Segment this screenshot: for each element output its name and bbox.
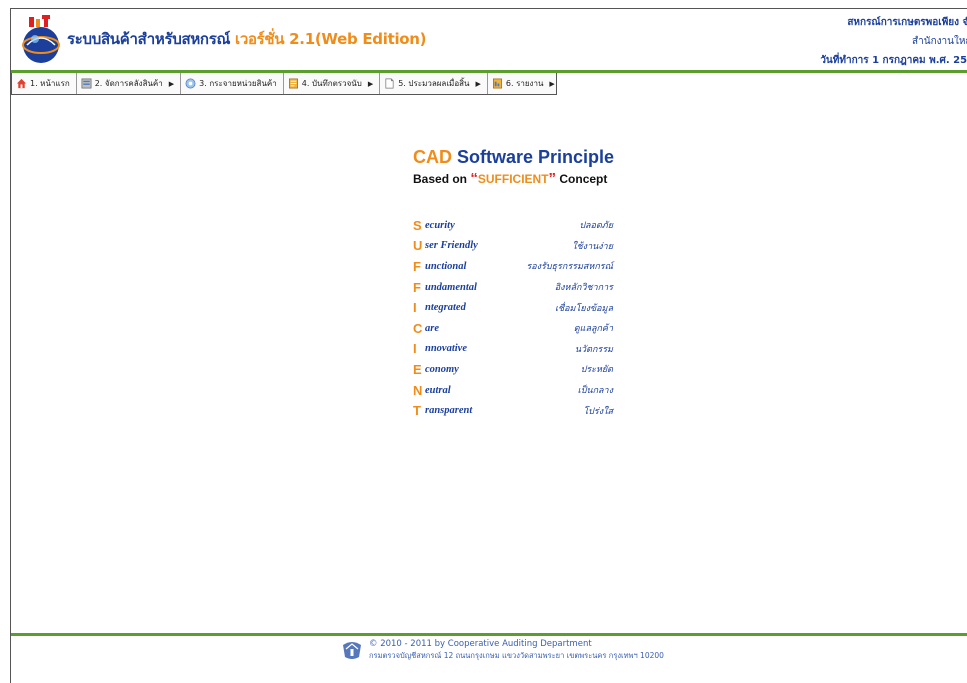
principle-word: ecurity <box>425 219 455 231</box>
software-principle-panel: CAD Software Principle Based on “SUFFICI… <box>413 147 633 418</box>
principle-letter: S <box>413 217 422 233</box>
work-date: วันที่ทำการ 1 กรกฎาคม พ.ศ. 255 <box>820 55 967 66</box>
principle-letter: C <box>413 320 423 336</box>
copyright-text: © 2010 - 2011 by Cooperative Auditing De… <box>369 639 592 649</box>
principle-letter: F <box>413 258 421 274</box>
principle-letter: N <box>413 382 423 398</box>
principle-row: E conomy ประหยัด <box>413 359 613 380</box>
app-title-text: ระบบสินค้าสำหรับสหกรณ์ <box>67 30 231 48</box>
submenu-arrow-icon: ▶ <box>475 79 481 88</box>
principle-thai: อิงหลักวิชาการ <box>554 283 613 294</box>
subtitle-keyword: SUFFICIENT <box>477 172 549 186</box>
principle-letter: F <box>413 279 421 295</box>
cooperative-globe-logo <box>22 15 60 63</box>
app-header: ระบบสินค้าสำหรับสหกรณ์ เวอร์ชั่น 2.1(Web… <box>11 9 967 73</box>
principle-word: are <box>425 322 439 334</box>
subtitle-close-quote: ” <box>548 170 557 187</box>
org-info: สหกรณ์การเกษตรพอเพียง จำ สำนักงานใหญ่ วั… <box>820 13 967 70</box>
principle-thai: รองรับธุรกรรมสหกรณ์ <box>526 262 613 273</box>
menu-label: 4. บันทึกตรวจนับ <box>301 79 362 88</box>
principle-thai: ประหยัด <box>580 365 613 376</box>
subtitle-suffix: Concept <box>556 172 608 186</box>
principle-row: U ser Friendly ใช้งานง่าย <box>413 236 613 257</box>
menu-item-warehouse[interactable]: 2. จัดการคลังสินค้า ▶ <box>77 73 182 94</box>
subtitle-prefix: Based on <box>413 172 471 186</box>
principle-row: F undamental อิงหลักวิชาการ <box>413 277 613 298</box>
principle-title-rest: Software Principle <box>452 147 615 167</box>
principle-row: C are ดูแลลูกค้า <box>413 318 613 339</box>
menu-item-reports[interactable]: 6. รายงาน ▶ <box>488 73 561 94</box>
principle-word: conomy <box>425 363 459 375</box>
principle-word: ntegrated <box>425 302 466 314</box>
principle-subtitle: Based on “SUFFICIENT” Concept <box>413 170 633 187</box>
principle-letter: I <box>413 341 417 357</box>
principle-list: S ecurity ปลอดภัย U ser Friendly ใช้งานง… <box>413 215 613 421</box>
footer-divider <box>11 633 967 636</box>
menu-label: 3. กระจายหน่วยสินค้า <box>199 79 277 88</box>
principle-thai: เชื่อมโยงข้อมูล <box>554 303 613 314</box>
submenu-arrow-icon: ▶ <box>549 79 555 88</box>
principle-thai: ใช้งานง่าย <box>572 241 613 252</box>
warehouse-icon <box>81 78 92 89</box>
principle-title-accent: CAD <box>413 147 452 167</box>
principle-thai: ปลอดภัย <box>579 221 613 232</box>
menu-item-home[interactable]: 1. หน้าแรก <box>12 73 77 94</box>
submenu-arrow-icon: ▶ <box>168 79 175 88</box>
address-text: กรมตรวจบัญชีสหกรณ์ 12 ถนนกรุงเกษม แขวงวั… <box>369 651 664 660</box>
footer-text-block: © 2010 - 2011 by Cooperative Auditing De… <box>369 639 664 661</box>
principle-thai: นวัตกรรม <box>574 344 613 355</box>
menu-label: 2. จัดการคลังสินค้า <box>94 79 163 88</box>
principle-letter: E <box>413 361 422 377</box>
menu-label: 5. ประมวลผลเมื่อสิ้น <box>398 79 470 88</box>
page-footer: © 2010 - 2011 by Cooperative Auditing De… <box>341 639 664 661</box>
principle-letter: U <box>413 238 423 254</box>
home-icon <box>16 78 27 89</box>
subtitle-open-quote: “ <box>470 170 478 187</box>
principle-thai: เป็นกลาง <box>577 386 613 397</box>
menu-item-distribute[interactable]: 3. กระจายหน่วยสินค้า <box>181 73 284 94</box>
principle-letter: I <box>413 300 417 316</box>
principle-row: I nnovative นวัตกรรม <box>413 339 613 360</box>
principle-letter: T <box>413 403 421 419</box>
org-name: สหกรณ์การเกษตรพอเพียง จำ <box>847 17 967 28</box>
report-icon <box>492 78 502 89</box>
main-menu-bar: 1. หน้าแรก 2. จัดการคลังสินค้า ▶ 3. กระจ… <box>11 73 557 95</box>
principle-word: ser Friendly <box>425 240 478 252</box>
document-icon <box>385 78 394 89</box>
principle-word: ransparent <box>425 405 473 417</box>
principle-word: unctional <box>425 260 467 272</box>
menu-label: 6. รายงาน <box>505 79 544 88</box>
app-window: ระบบสินค้าสำหรับสหกรณ์ เวอร์ชั่น 2.1(Web… <box>10 8 967 683</box>
principle-row: I ntegrated เชื่อมโยงข้อมูล <box>413 297 613 318</box>
menu-label: 1. หน้าแรก <box>30 79 70 88</box>
submenu-arrow-icon: ▶ <box>367 79 374 88</box>
principle-row: T ransparent โปร่งใส <box>413 400 613 421</box>
principle-title: CAD Software Principle <box>413 147 633 168</box>
app-version: เวอร์ชั่น 2.1(Web Edition) <box>230 30 427 48</box>
principle-row: N eutral เป็นกลาง <box>413 380 613 401</box>
checklist-icon <box>288 78 298 89</box>
principle-row: S ecurity ปลอดภัย <box>413 215 613 236</box>
menu-item-period-processing[interactable]: 5. ประมวลผลเมื่อสิ้น ▶ <box>380 73 488 94</box>
app-title: ระบบสินค้าสำหรับสหกรณ์ เวอร์ชั่น 2.1(Web… <box>67 27 427 51</box>
principle-thai: ดูแลลูกค้า <box>573 324 613 335</box>
distribute-icon <box>185 78 196 89</box>
principle-word: undamental <box>425 281 477 293</box>
menu-item-stock-count[interactable]: 4. บันทึกตรวจนับ ▶ <box>284 73 381 94</box>
org-branch: สำนักงานใหญ่ <box>912 36 967 47</box>
principle-word: eutral <box>425 384 451 396</box>
principle-row: F unctional รองรับธุรกรรมสหกรณ์ <box>413 256 613 277</box>
department-emblem-icon <box>343 642 361 659</box>
principle-word: nnovative <box>425 343 467 355</box>
principle-thai: โปร่งใส <box>583 406 613 417</box>
